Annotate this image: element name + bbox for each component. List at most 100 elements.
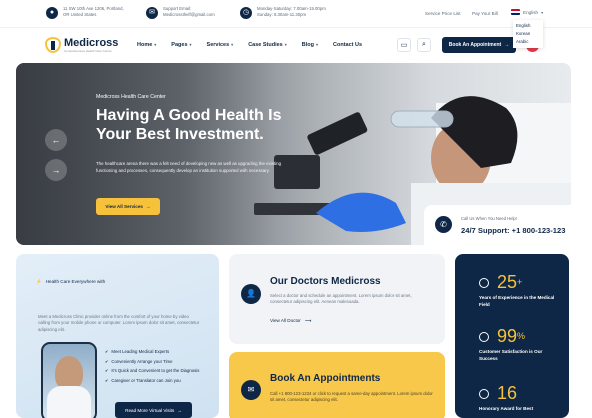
- language-selector[interactable]: English ▾: [511, 9, 543, 15]
- nav-item-label: Home: [137, 42, 153, 48]
- nav-item-contact[interactable]: Contact Us: [333, 42, 362, 48]
- hero-title: Having A Good Health Is Your Best Invest…: [96, 107, 282, 143]
- view-services-label: View All Services: [105, 204, 143, 209]
- site-logo[interactable]: Medicross Comprehensive Health Care Cent…: [45, 37, 118, 53]
- nav-item-label: Blog: [301, 42, 314, 48]
- feature-label: Meet Leading Medical Experts: [111, 349, 170, 354]
- address-info: ● 11 SW 10th Ave 1206, Portland, OR Unit…: [46, 6, 124, 19]
- hero-shade: [16, 63, 276, 245]
- list-item: ✔ Meet Leading Medical Experts: [105, 347, 199, 357]
- nav-item-label: Services: [206, 42, 230, 48]
- language-option-english[interactable]: English: [516, 22, 540, 30]
- appointment-button-label: Book An Appointment: [448, 42, 502, 48]
- search-button[interactable]: ⌕: [417, 38, 431, 52]
- logo-mark-icon: [45, 37, 61, 53]
- chevron-down-icon: ▾: [154, 42, 157, 47]
- chevron-down-icon: ▾: [231, 42, 234, 47]
- nav-item-blog[interactable]: Blog ▾: [302, 42, 318, 48]
- stat-label: Customer Satisfaction is Our Success: [479, 349, 543, 361]
- long-arrow-right-icon: ⟶: [304, 318, 312, 323]
- hero-next-button[interactable]: →: [45, 159, 67, 181]
- nav-item-home[interactable]: Home ▾: [137, 42, 156, 48]
- arrow-right-icon: →: [145, 204, 151, 209]
- language-option-arabic[interactable]: Arabic: [516, 38, 540, 46]
- support-subtitle: Call Us When You Need Help!: [461, 216, 517, 221]
- nav-item-label: Case Studies: [248, 42, 283, 48]
- stat-label: Honorary Award for Best: [479, 406, 534, 411]
- card-tag-label: Health Care Everywhere with: [45, 279, 106, 284]
- phone-icon: ✆: [435, 216, 452, 233]
- nav-item-case-studies[interactable]: Case Studies ▾: [248, 42, 287, 48]
- check-icon: ✔: [105, 358, 109, 364]
- stat-suffix: %: [517, 331, 526, 341]
- hero-description: The healthcare arena there was a felt ne…: [96, 161, 282, 173]
- arrow-right-icon: →: [51, 165, 61, 175]
- book-appointment-button[interactable]: Book An Appointment →: [442, 37, 516, 53]
- list-item: ✔ It's Quick and Convenient to get the Di…: [105, 366, 199, 376]
- chat-bubble-icon: ✉: [241, 380, 261, 400]
- language-selected: English: [523, 9, 539, 15]
- shield-icon: [479, 278, 489, 288]
- hours-sunday: Sunday: 8.30am-11.30pm: [257, 12, 307, 17]
- doctor-icon: 👤: [241, 284, 261, 304]
- envelope-icon: ✉: [146, 7, 158, 19]
- pay-bill-link[interactable]: Pay Your Bill: [472, 11, 498, 16]
- service-price-link[interactable]: Service Price List: [425, 11, 461, 16]
- logo-name: Medicross: [64, 36, 119, 49]
- nav-item-label: Pages: [171, 42, 188, 48]
- stats-card: 25+ Years of Experience in the Medical F…: [455, 254, 569, 418]
- chevron-down-icon: ▾: [541, 9, 544, 15]
- doctors-title: Our Doctors Medicross: [270, 276, 381, 287]
- stat-satisfaction: 99% Customer Satisfaction is Our Success: [479, 326, 555, 362]
- appointment-card: ✉ Book An Appointments Call +1 800-123-1…: [229, 352, 445, 418]
- view-doctors-link[interactable]: View All Doctor ⟶: [270, 318, 311, 324]
- location-pin-icon: ●: [46, 7, 58, 19]
- support-callout[interactable]: ✆ Call Us When You Need Help! 24/7 Suppo…: [424, 205, 571, 245]
- check-icon: ✔: [105, 377, 109, 383]
- nav-item-label: Contact Us: [333, 42, 363, 48]
- language-option-korean[interactable]: Korean: [516, 30, 540, 38]
- arrow-right-icon: →: [504, 42, 510, 48]
- stat-suffix: +: [517, 277, 523, 287]
- feature-label: Caregiver or Translator can Join you: [111, 377, 181, 383]
- feature-label: It's Quick and Convenient to get the Dia…: [111, 368, 200, 373]
- address-line-2: OR United States: [63, 12, 97, 17]
- chat-icon: ▭: [400, 42, 408, 49]
- doctors-description: Select a doctor and schedule an appointm…: [270, 293, 412, 305]
- smile-icon: [479, 332, 489, 342]
- virtual-visits-label: Read More Virtual Visits: [125, 407, 175, 413]
- email-info[interactable]: ✉ Support Email: Medicrossthelf@gmail.co…: [146, 6, 215, 19]
- view-services-button[interactable]: View All Services →: [96, 198, 160, 215]
- stat-number: 16: [497, 383, 518, 403]
- chevron-down-icon: ▾: [189, 42, 192, 47]
- chevron-down-icon: ▾: [284, 42, 287, 47]
- virtual-visits-button[interactable]: Read More Virtual Visits →: [115, 402, 192, 418]
- search-icon: ⌕: [422, 41, 426, 48]
- stat-award: 16 Honorary Award for Best: [479, 383, 555, 413]
- award-icon: [479, 389, 489, 399]
- top-info-bar: ● 11 SW 10th Ave 1206, Portland, OR Unit…: [0, 0, 592, 48]
- nav-item-services[interactable]: Services ▾: [207, 42, 234, 48]
- doctor-phone-image: [41, 342, 97, 418]
- chevron-down-icon: ▾: [315, 42, 318, 47]
- stat-number: 99: [497, 326, 518, 346]
- view-doctors-label: View All Doctor: [270, 318, 301, 323]
- email-address[interactable]: Medicrossthelf@gmail.com: [163, 12, 215, 18]
- stat-number: 25: [497, 272, 518, 292]
- nav-item-pages[interactable]: Pages ▾: [171, 42, 191, 48]
- chat-button[interactable]: ▭: [397, 38, 411, 52]
- clock-icon: ◷: [240, 7, 252, 19]
- arrow-left-icon: ←: [51, 135, 61, 145]
- support-phone[interactable]: 24/7 Support: +1 800-123-123: [461, 226, 565, 235]
- uk-flag-icon: [511, 9, 520, 15]
- doctors-card: 👤 Our Doctors Medicross Select a doctor …: [229, 254, 445, 344]
- hero-prev-button[interactable]: ←: [45, 129, 67, 151]
- appointment-description: Call +1 800-123-1234 or click to request…: [270, 391, 433, 403]
- virtual-visits-card: ⚡ Health Care Everywhere with Meet a Med…: [16, 254, 219, 418]
- check-icon: ✔: [105, 349, 109, 354]
- hours-info: ◷ Monday-Saturday: 7.00am-15.00pm Sunday…: [240, 6, 326, 19]
- main-navigation: Medicross Comprehensive Health Care Cent…: [0, 28, 592, 62]
- nav-menu: Home ▾ Pages ▾ Services ▾ Case Studies ▾ Blo…: [137, 42, 362, 48]
- feature-list: ✔ Meet Leading Medical Experts ✔ Convenien…: [105, 347, 199, 385]
- card-description: Meet a Medicross Clinic provider online …: [38, 314, 200, 332]
